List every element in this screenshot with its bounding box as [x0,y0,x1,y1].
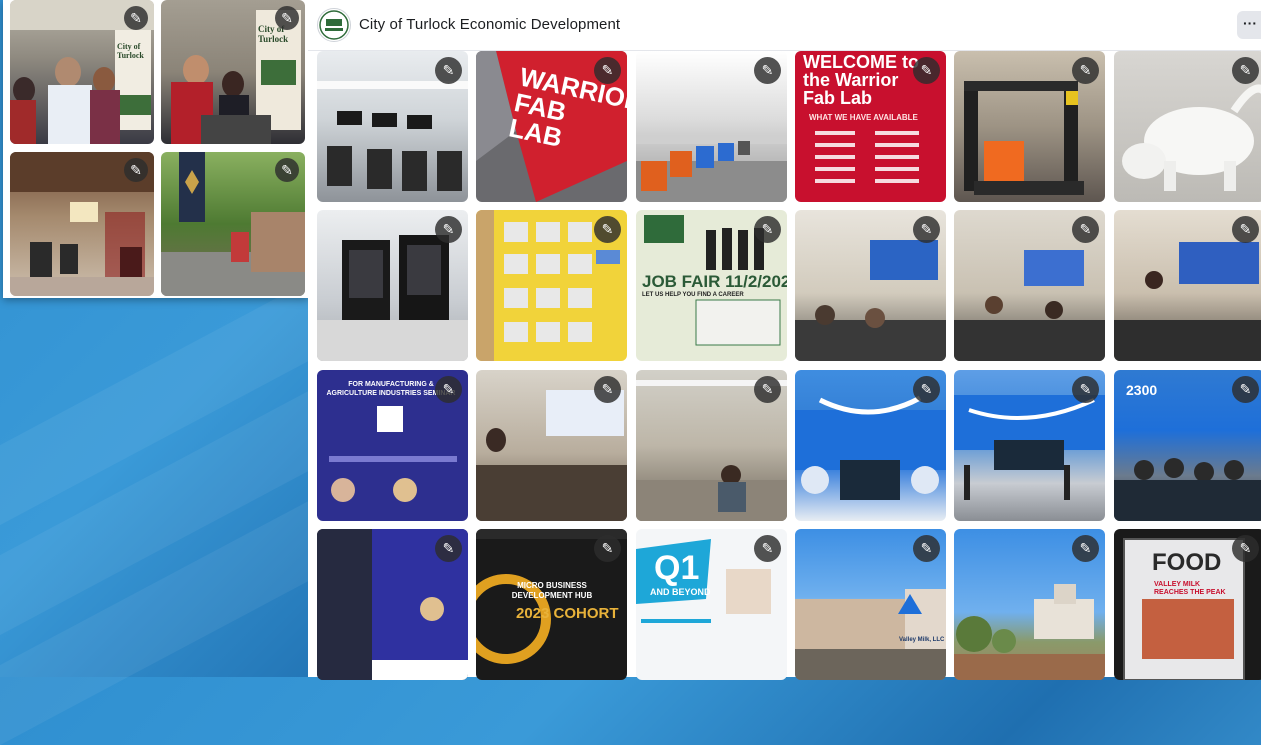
pencil-icon[interactable]: ✎ [1072,535,1099,562]
photo-white-bull[interactable]: ✎ [1114,51,1261,202]
left-photo-1-sign: City of Turlock [117,42,144,60]
page-title: City of Turlock Economic Development [359,16,621,33]
pencil-icon[interactable]: ✎ [435,535,462,562]
pencil-icon[interactable]: ✎ [124,6,148,30]
photo-computer-lab[interactable]: ✎ [317,51,468,202]
photo-meeting-room-1[interactable]: ✎ [795,210,946,361]
photo-factory-trees[interactable]: ✎ [954,529,1105,680]
pencil-icon[interactable]: ✎ [1072,216,1099,243]
photo-q1-flyer[interactable]: Q1 AND BEYOND ✎ [636,529,787,680]
pencil-icon[interactable]: ✎ [275,158,299,182]
photo-warrior-fab-lab-sign[interactable]: WARRIOR FAB LAB ✎ [476,51,627,202]
photo-3d-printer[interactable]: ✎ [954,51,1105,202]
pencil-icon[interactable]: ✎ [594,216,621,243]
more-options-button[interactable]: ··· [1237,11,1261,39]
photo-presentation[interactable]: ✎ [476,370,627,521]
photo-seminar-flyer[interactable]: FOR MANUFACTURING & AGRICULTURE INDUSTRI… [317,370,468,521]
pencil-icon[interactable]: ✎ [1232,216,1259,243]
photo-seminar-flyer-2[interactable]: ✎ [317,529,468,680]
pencil-icon[interactable]: ✎ [1072,57,1099,84]
left-photo-3[interactable]: ✎ [10,152,154,296]
photo-valley-milk-building[interactable]: Valley Milk, LLC ✎ [795,529,946,680]
fab-lab-sign-text: WARRIOR FAB LAB [506,61,627,153]
window-title-bar: City of Turlock Economic Development ··· [308,0,1261,51]
pencil-icon[interactable]: ✎ [275,6,299,30]
photo-amazon-ribbon[interactable]: ✎ [954,370,1105,521]
pencil-icon[interactable]: ✎ [1232,535,1259,562]
photos-window: City of Turlock Economic Development ···… [308,0,1261,680]
photo-amazon-building[interactable]: ✎ [795,370,946,521]
job-fair-subtitle: LET US HELP YOU FIND A CAREER [642,292,744,298]
photo-food-award[interactable]: FOOD VALLEY MILK REACHES THE PEAK ✎ [1114,529,1261,680]
micro-business-title: MICRO BUSINESS DEVELOPMENT HUB [511,581,593,600]
photo-job-fair-flyer[interactable]: JOB FAIR 11/2/2022 LET US HELP YOU FIND … [636,210,787,361]
pencil-icon[interactable]: ✎ [754,57,781,84]
city-seal-logo[interactable] [317,8,351,42]
pencil-icon[interactable]: ✎ [435,376,462,403]
pencil-icon[interactable]: ✎ [1232,376,1259,403]
photo-classroom[interactable]: ✎ [636,370,787,521]
pencil-icon[interactable]: ✎ [435,57,462,84]
valley-milk-sign: Valley Milk, LLC [899,637,945,643]
pencil-icon[interactable]: ✎ [913,216,940,243]
left-photo-4[interactable]: ✎ [161,152,305,296]
pencil-icon[interactable]: ✎ [594,535,621,562]
photo-welcome-poster[interactable]: WELCOME to the Warrior Fab Lab WHAT WE H… [795,51,946,202]
photo-3d-printers-row[interactable]: ✎ [636,51,787,202]
micro-business-cohort: 2023 COHORT [516,605,619,622]
photo-yellow-board[interactable]: ✎ [476,210,627,361]
pencil-icon[interactable]: ✎ [594,376,621,403]
pencil-icon[interactable]: ✎ [1232,57,1259,84]
food-award-subtitle: VALLEY MILK REACHES THE PEAK [1154,581,1226,596]
food-award-title: FOOD [1152,549,1222,576]
photo-amazon-crowd[interactable]: 2300 ✎ [1114,370,1261,521]
pencil-icon[interactable]: ✎ [435,216,462,243]
left-photo-1[interactable]: City of Turlock ✎ [10,0,154,144]
seal-graphic [319,10,349,40]
pencil-icon[interactable]: ✎ [754,376,781,403]
pencil-icon[interactable]: ✎ [1072,376,1099,403]
pencil-icon[interactable]: ✎ [754,216,781,243]
pencil-icon[interactable]: ✎ [594,57,621,84]
pencil-icon[interactable]: ✎ [124,158,148,182]
q1-flyer-subtitle: AND BEYOND [650,587,711,597]
photo-meeting-room-3[interactable]: ✎ [1114,210,1261,361]
left-photo-2[interactable]: City of Turlock ✎ [161,0,305,144]
pencil-icon[interactable]: ✎ [913,57,940,84]
photo-micro-business-flyer[interactable]: MICRO BUSINESS DEVELOPMENT HUB 2023 COHO… [476,529,627,680]
pencil-icon[interactable]: ✎ [913,376,940,403]
left-photo-window: City of Turlock ✎ City of Turlock ✎ ✎ ✎ [3,0,309,298]
job-fair-title: JOB FAIR 11/2/2022 [642,272,787,291]
q1-flyer-title: Q1 [654,549,700,587]
pencil-icon[interactable]: ✎ [754,535,781,562]
photo-black-printers[interactable]: ✎ [317,210,468,361]
pencil-icon[interactable]: ✎ [913,535,940,562]
photo-meeting-room-2[interactable]: ✎ [954,210,1105,361]
